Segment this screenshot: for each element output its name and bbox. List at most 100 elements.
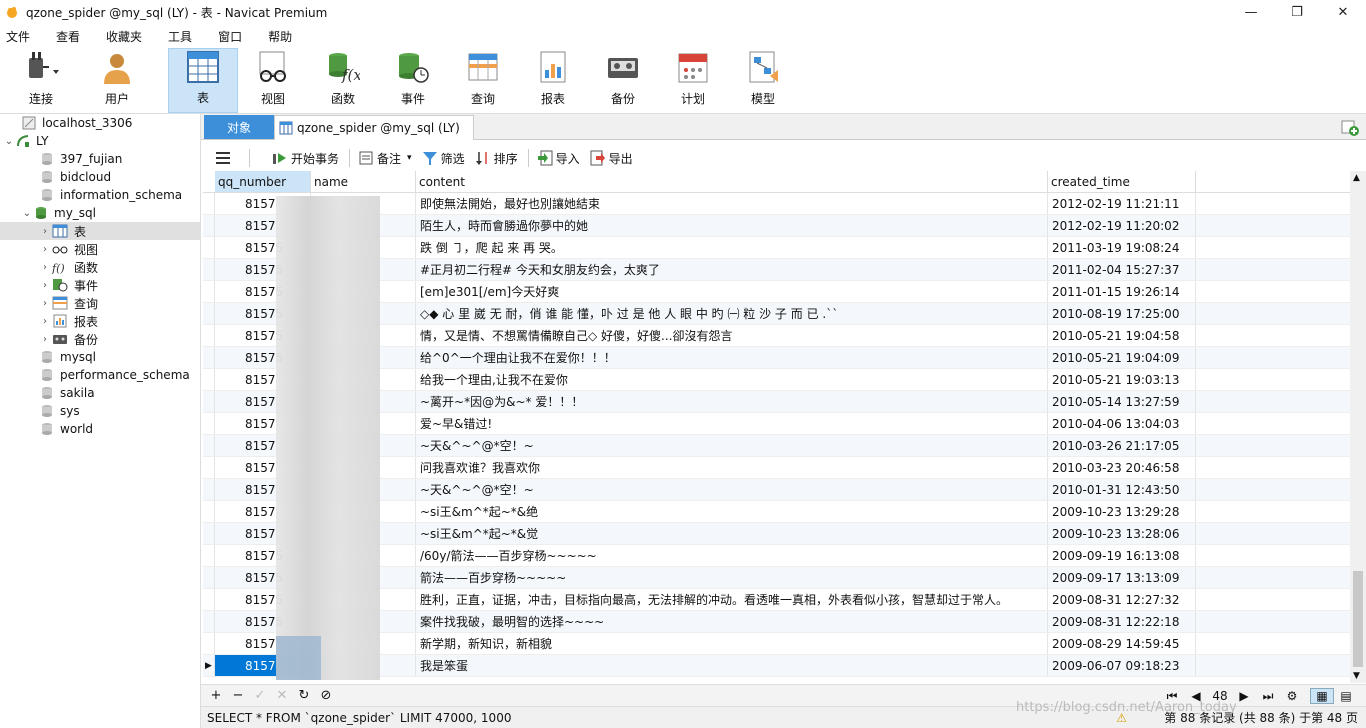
menu-view[interactable]: 查看	[50, 28, 92, 45]
backup-button[interactable]: 备份	[588, 48, 658, 113]
cell-content[interactable]: 箭法——百步穿杨~~~~~	[416, 567, 1048, 588]
cell-content[interactable]: 问我喜欢谁？我喜欢你	[416, 457, 1048, 478]
maximize-icon[interactable]: ❐	[1274, 0, 1320, 24]
import-button[interactable]: 导入	[537, 150, 580, 167]
scroll-down-icon[interactable]: ▼	[1353, 671, 1360, 681]
cell-content[interactable]: ~蓠开~*因@为&~* 爱！！！	[416, 391, 1048, 412]
cell-created-time[interactable]: 2010-03-26 21:17:05	[1048, 435, 1196, 456]
cell-content[interactable]: 爱~早&错过!	[416, 413, 1048, 434]
discard-changes-icon[interactable]: ✕	[271, 688, 293, 703]
tree-node-reports[interactable]: › 报表	[0, 312, 200, 330]
tree-node-backups[interactable]: › 备份	[0, 330, 200, 348]
row-marker[interactable]	[203, 479, 215, 500]
column-header-content[interactable]: content	[416, 171, 1048, 192]
chevron-right-icon[interactable]: ›	[38, 280, 52, 291]
cell-created-time[interactable]: 2010-05-21 19:04:09	[1048, 347, 1196, 368]
row-marker[interactable]	[203, 281, 215, 302]
chevron-down-icon[interactable]: ⌄	[2, 136, 16, 147]
row-marker[interactable]	[203, 347, 215, 368]
cell-content[interactable]: 即使無法開始，最好也別讓她結束	[416, 193, 1048, 214]
row-marker[interactable]	[203, 369, 215, 390]
cell-content[interactable]: ~si王&m^*起~*&觉	[416, 523, 1048, 544]
row-marker[interactable]	[203, 215, 215, 236]
memo-button[interactable]: 备注 ▾	[358, 150, 412, 167]
tree-db-my-sql[interactable]: ⌄ my_sql	[0, 204, 200, 222]
menu-favorites[interactable]: 收藏夹	[100, 28, 154, 45]
tree-node-tables[interactable]: › 表	[0, 222, 200, 240]
cell-content[interactable]: 给^0^一个理由让我不在爱你！！！	[416, 347, 1048, 368]
row-marker[interactable]	[203, 457, 215, 478]
settings-gear-icon[interactable]: ⚙	[1280, 689, 1304, 703]
tree-db-mysql[interactable]: mysql	[0, 348, 200, 366]
tab-qzone-spider[interactable]: qzone_spider @my_sql (LY)	[274, 115, 474, 140]
tree-db-performance-schema[interactable]: performance_schema	[0, 366, 200, 384]
chevron-down-icon[interactable]: ⌄	[20, 208, 34, 219]
current-row-marker-icon[interactable]: ▶	[203, 655, 215, 676]
row-marker[interactable]	[203, 193, 215, 214]
view-button[interactable]: 视图	[238, 48, 308, 113]
scrollbar-thumb[interactable]	[1353, 571, 1363, 667]
filter-button[interactable]: 筛选	[422, 150, 465, 167]
cell-created-time[interactable]: 2009-08-31 12:27:32	[1048, 589, 1196, 610]
tree-node-events[interactable]: › 事件	[0, 276, 200, 294]
cell-content[interactable]: ◇◆ 心 里 崴 无 耐，俏 谁 能 懂，卟 过 是 他 人 眼 中 旳 ㈠ 粒…	[416, 303, 1048, 324]
cell-content[interactable]: 新学期，新知识，新相貌	[416, 633, 1048, 654]
row-marker[interactable]	[203, 545, 215, 566]
new-tab-icon[interactable]	[1340, 117, 1360, 137]
row-marker[interactable]	[203, 611, 215, 632]
function-button[interactable]: f(x) 函数	[308, 48, 378, 113]
export-button[interactable]: 导出	[590, 150, 633, 167]
query-button[interactable]: 查询	[448, 48, 518, 113]
delete-record-icon[interactable]: −	[227, 688, 249, 703]
cell-created-time[interactable]: 2010-05-21 19:04:58	[1048, 325, 1196, 346]
report-button[interactable]: 报表	[518, 48, 588, 113]
cell-created-time[interactable]: 2009-09-19 16:13:08	[1048, 545, 1196, 566]
cell-content[interactable]: 案件找我破，最明智的选择~~~~	[416, 611, 1048, 632]
column-header-qq-number[interactable]: qq_number	[215, 171, 311, 192]
cell-created-time[interactable]: 2009-10-23 13:29:28	[1048, 501, 1196, 522]
cell-content[interactable]: 跌 倒 ㇆，爬 起 来 再 哭。	[416, 237, 1048, 258]
menu-help[interactable]: 帮助	[262, 28, 304, 45]
row-marker[interactable]	[203, 413, 215, 434]
tree-server[interactable]: ⌄ LY	[0, 132, 200, 150]
form-view-icon[interactable]: ▤	[1334, 689, 1358, 703]
stop-icon[interactable]: ⊘	[315, 688, 337, 703]
row-marker[interactable]	[203, 567, 215, 588]
cell-created-time[interactable]: 2010-04-06 13:04:03	[1048, 413, 1196, 434]
cell-created-time[interactable]: 2009-09-17 13:13:09	[1048, 567, 1196, 588]
menu-window[interactable]: 窗口	[212, 28, 254, 45]
tab-objects[interactable]: 对象	[204, 115, 274, 139]
chevron-right-icon[interactable]: ›	[38, 316, 52, 327]
tree-db-information-schema[interactable]: information_schema	[0, 186, 200, 204]
row-marker[interactable]	[203, 237, 215, 258]
cell-content[interactable]: 我是笨蛋	[416, 655, 1048, 676]
last-page-icon[interactable]: ⏭	[1256, 689, 1280, 704]
column-header-created-time[interactable]: created_time	[1048, 171, 1196, 192]
cell-created-time[interactable]: 2009-10-23 13:28:06	[1048, 523, 1196, 544]
refresh-icon[interactable]: ↻	[293, 688, 315, 703]
row-marker[interactable]	[203, 501, 215, 522]
minimize-icon[interactable]: —	[1228, 0, 1274, 24]
tree-db-bidcloud[interactable]: bidcloud	[0, 168, 200, 186]
scroll-up-icon[interactable]: ▲	[1353, 173, 1360, 183]
cell-created-time[interactable]: 2010-05-21 19:03:13	[1048, 369, 1196, 390]
table-button[interactable]: 表	[168, 48, 238, 113]
cell-content[interactable]: ~天&^~^@*空！~	[416, 479, 1048, 500]
cell-content[interactable]: ~si王&m^*起~*&绝	[416, 501, 1048, 522]
chevron-right-icon[interactable]: ›	[38, 262, 52, 273]
tree-db-world[interactable]: world	[0, 420, 200, 438]
chevron-right-icon[interactable]: ›	[38, 298, 52, 309]
cell-content[interactable]: [em]e301[/em]今天好爽	[416, 281, 1048, 302]
cell-created-time[interactable]: 2010-05-14 13:27:59	[1048, 391, 1196, 412]
tree-db-397-fujian[interactable]: 397_fujian	[0, 150, 200, 168]
apply-changes-icon[interactable]: ✓	[249, 688, 271, 703]
row-marker[interactable]	[203, 633, 215, 654]
cell-created-time[interactable]: 2010-01-31 12:43:50	[1048, 479, 1196, 500]
cell-created-time[interactable]: 2011-02-04 15:27:37	[1048, 259, 1196, 280]
row-marker[interactable]	[203, 589, 215, 610]
chevron-right-icon[interactable]: ›	[38, 226, 52, 237]
vertical-scrollbar[interactable]: ▲ ▼	[1350, 171, 1366, 683]
cell-created-time[interactable]: 2011-01-15 19:26:14	[1048, 281, 1196, 302]
cell-content[interactable]: 给我一个理由,让我不在爱你	[416, 369, 1048, 390]
tree-connection[interactable]: localhost_3306	[0, 114, 200, 132]
